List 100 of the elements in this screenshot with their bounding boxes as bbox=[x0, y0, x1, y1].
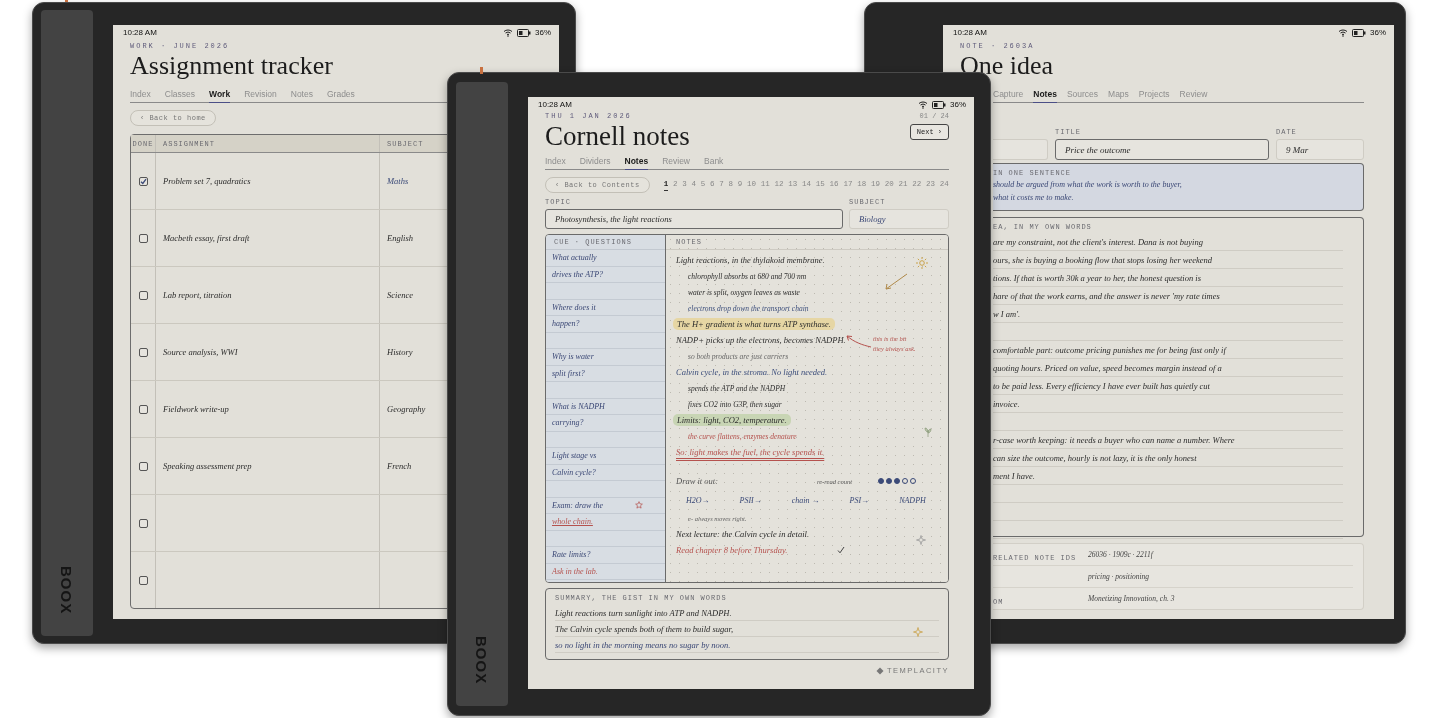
wifi-icon bbox=[503, 28, 513, 37]
input-field[interactable]: 9 Mar bbox=[1276, 139, 1364, 160]
cue-text: carrying? bbox=[552, 418, 584, 428]
table-cell: Macbeth essay, first draft bbox=[163, 233, 250, 243]
tab[interactable]: Notes bbox=[290, 89, 313, 103]
note-text: Light reactions, in the thylakoid membrane. bbox=[676, 255, 825, 265]
table-cell: Source analysis, WWI bbox=[163, 347, 238, 357]
cue-text: Rate limits? bbox=[552, 550, 591, 560]
wifi-icon bbox=[918, 100, 928, 109]
topic-field[interactable]: Photosynthesis, the light reactions bbox=[545, 209, 843, 229]
flow-step: PSI→ bbox=[849, 495, 870, 505]
idea-text: to be paid less. Every efficiency I have ever built has quietly cut bbox=[993, 380, 1210, 391]
tab[interactable]: Work bbox=[209, 89, 231, 103]
table-cell: Speaking assessment prep bbox=[163, 461, 252, 471]
battery-percent: 36% bbox=[1370, 28, 1386, 37]
note-text: Draw it out: bbox=[676, 476, 719, 486]
tab[interactable]: Review bbox=[662, 156, 690, 170]
checkbox[interactable] bbox=[138, 404, 148, 414]
sparkle-icon bbox=[916, 535, 926, 545]
tab[interactable]: Dividers bbox=[579, 156, 611, 170]
idea-text: can size the outcome, hourly is not lazy, it is the only honest bbox=[993, 452, 1197, 463]
idea-text: are my constraint, not the client's interest. Dana is not buying bbox=[993, 236, 1203, 247]
sparkle-icon bbox=[913, 627, 923, 637]
tab[interactable]: Grades bbox=[326, 89, 355, 103]
idea-text: hare of that the work earns, and the answer is never 'my rate times bbox=[993, 290, 1220, 301]
table-cell: Geography bbox=[387, 404, 426, 414]
status-time: 10:28 AM bbox=[123, 28, 157, 37]
flow-step: H2O→ bbox=[686, 495, 710, 505]
status-time: 10:28 AM bbox=[538, 100, 572, 109]
checkbox[interactable] bbox=[138, 461, 148, 471]
idea-text: ours, she is buying a booking flow that stops losing her weekend bbox=[993, 254, 1213, 265]
subject-field[interactable]: Biology bbox=[849, 209, 949, 229]
table-cell: History bbox=[387, 347, 413, 357]
idea-text: tions. If that is worth 30k a year to her, the honest question is bbox=[993, 272, 1201, 283]
idea-text: w I am'. bbox=[993, 308, 1021, 319]
sentence-text: what it costs me to make. bbox=[993, 193, 1075, 204]
tab[interactable]: Index bbox=[130, 89, 151, 103]
sentence-text: should be argued from what the work is worth to the buyer, bbox=[993, 180, 1183, 191]
checkbox[interactable] bbox=[138, 233, 148, 243]
arrow-icon bbox=[884, 273, 908, 291]
cue-text: Calvin cycle? bbox=[552, 467, 596, 477]
tab[interactable]: Classes bbox=[164, 89, 196, 103]
table-cell: Maths bbox=[387, 176, 409, 186]
wifi-icon bbox=[1338, 28, 1348, 37]
cue-text: Exam: draw the bbox=[552, 500, 604, 510]
accent-mark bbox=[480, 67, 483, 74]
input-field[interactable] bbox=[993, 139, 1048, 160]
sun-icon bbox=[916, 257, 928, 269]
table-cell: Problem set 7, quadratics bbox=[163, 176, 251, 186]
tab[interactable]: Projects bbox=[1138, 89, 1170, 103]
table-cell: Lab report, titration bbox=[163, 290, 232, 300]
battery-percent: 36% bbox=[950, 100, 966, 109]
idea-text: r-case worth keeping: it needs a buyer who can name a number. Where bbox=[993, 434, 1235, 445]
checkbox[interactable] bbox=[138, 290, 148, 300]
cue-text: Ask in the lab. bbox=[552, 566, 598, 576]
cue-text: drives the ATP? bbox=[552, 269, 604, 279]
page-title: Assignment tracker bbox=[130, 53, 333, 79]
checkbox[interactable] bbox=[138, 176, 148, 186]
idea-text: quoting hours. Priced on value, speed becomes margin instead of a bbox=[993, 362, 1222, 373]
battery-percent: 36% bbox=[535, 28, 551, 37]
battery-icon bbox=[932, 100, 946, 109]
table-cell: English bbox=[387, 233, 413, 243]
logo-icon bbox=[875, 666, 884, 675]
table-cell: Fieldwork write-up bbox=[163, 404, 229, 414]
note-text: Calvin cycle, in the stroma. No light needed. bbox=[676, 367, 828, 377]
cue-text: Light stage vs bbox=[552, 451, 597, 461]
arrow-icon bbox=[844, 333, 872, 349]
checkbox[interactable] bbox=[138, 575, 148, 585]
tab[interactable]: Notes bbox=[624, 156, 649, 170]
tab[interactable]: Capture bbox=[993, 89, 1024, 103]
battery-icon bbox=[1352, 28, 1366, 37]
tab[interactable]: Notes bbox=[1033, 89, 1057, 103]
checkbox[interactable] bbox=[138, 518, 148, 528]
input-field[interactable]: Price the outcome bbox=[1055, 139, 1269, 160]
cue-text: split first? bbox=[552, 368, 585, 378]
highlighted-note: The H+ gradient is what turns ATP synthase. bbox=[673, 318, 835, 330]
page-title: Cornell notes bbox=[545, 123, 690, 150]
flow-step: chain → bbox=[791, 495, 820, 505]
cue-text: What actually bbox=[552, 253, 597, 263]
cue-text: Where does it bbox=[552, 302, 596, 312]
idea-text: comfortable part: outcome pricing punishes me for being fast only if bbox=[993, 344, 1226, 355]
checkbox[interactable] bbox=[138, 347, 148, 357]
flow-step: PSII→ bbox=[739, 495, 762, 505]
cue-text: whole chain. bbox=[552, 517, 593, 527]
idea-text: ment I have. bbox=[993, 470, 1035, 481]
tab[interactable]: Maps bbox=[1108, 89, 1129, 103]
summary-text: The Calvin cycle spends both of them to build sugar, bbox=[555, 623, 733, 634]
summary-text: so no light in the morning means no sugar by noon. bbox=[555, 639, 731, 650]
tab[interactable]: Sources bbox=[1066, 89, 1099, 103]
battery-icon bbox=[517, 28, 531, 37]
tab[interactable]: Index bbox=[545, 156, 566, 170]
tab[interactable]: Review bbox=[1179, 89, 1208, 103]
cue-text: What is NADPH bbox=[552, 401, 605, 411]
cue-text: happen? bbox=[552, 319, 580, 329]
tab[interactable]: Bank bbox=[704, 156, 724, 170]
summary-text: Light reactions turn sunlight into ATP and NADPH. bbox=[555, 607, 732, 618]
tab[interactable]: Revision bbox=[244, 89, 277, 103]
underlined-note: So: light makes the fuel, the cycle spends it. bbox=[676, 447, 825, 457]
table-cell: Science bbox=[387, 290, 413, 300]
flow-step: NADPH bbox=[899, 495, 926, 505]
